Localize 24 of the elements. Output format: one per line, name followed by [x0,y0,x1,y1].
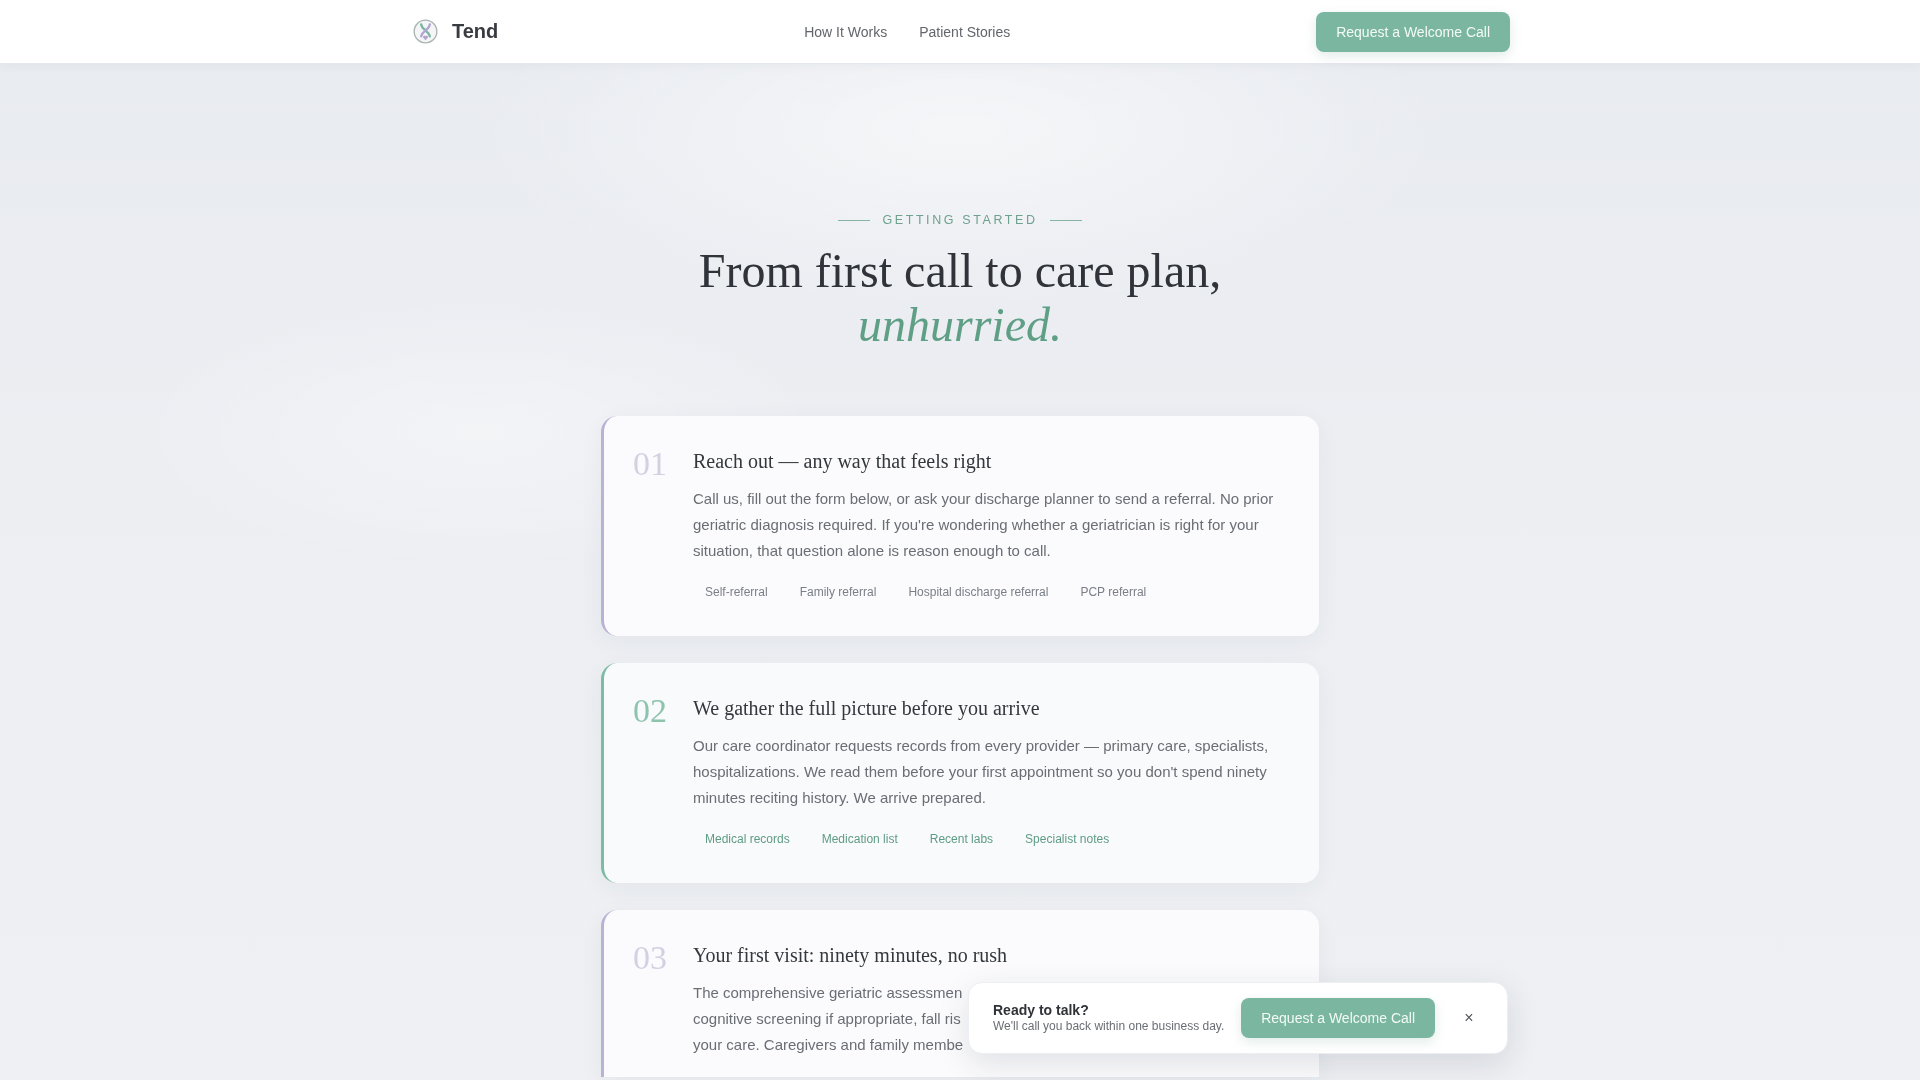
step-number: 02 [633,692,667,729]
logo-icon[interactable] [413,19,438,44]
step-title: Reach out — any way that feels right [693,449,993,474]
step-description: Call us, fill out the form below, or ask your discharge planner to send a referral. No prior geriatric diagnosis required. If you're wondering whether a geriatrician is right for your situation, that question alone is reason enough to call. [693,489,1275,561]
step-tag: PCP referral [1068,580,1159,604]
step-tag: Recent labs [917,827,1006,851]
nav-link[interactable]: How It Works [804,23,888,40]
eyebrow-label: GETTING STARTED [882,212,1038,228]
section-heading: From first call to care plan, unhurried. [698,244,1222,352]
step-tag: Family referral [787,580,889,604]
popup-subtitle: We'll call you back within one business day. [993,1019,1225,1034]
step-title: Your first visit: ninety minutes, no rush [693,943,1009,968]
close-button[interactable]: × [1455,1004,1483,1032]
step-tag: Hospital discharge referral [896,580,1061,604]
step-title: We gather the full picture before you arrive [693,696,1041,721]
step-tag: Specialist notes [1013,827,1122,851]
step-description: Our care coordinator requests records from every provider — primary care, specialists, hospitalizations. We read them before your first appointment so you don't spend ninety minutes reciting history. We arrive prepared. [693,736,1270,808]
step-tag: Medication list [809,827,910,851]
step-description: The comprehensive geriatric assessmen cognitive screening if appropriate, fall ris your care. Caregivers and family membe [693,983,964,1055]
popup-title: Ready to talk? [993,1002,1090,1019]
nav-link[interactable]: Patient Stories [919,23,1011,40]
step-tag: Self-referral [693,580,780,604]
brand-name[interactable]: Tend [452,20,499,43]
step-tag: Medical records [693,827,802,851]
